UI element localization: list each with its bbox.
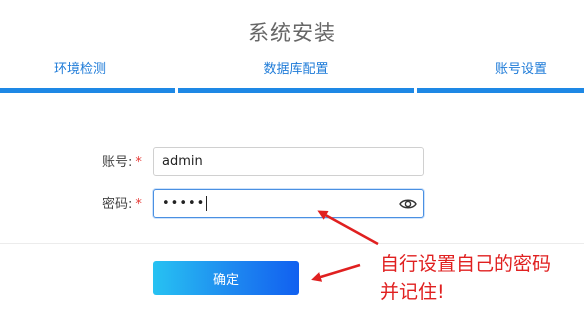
annotation-arrow-password [317, 210, 379, 246]
annotation-line-1: 自行设置自己的密码 [380, 253, 552, 275]
annotation-note: 自行设置自己的密码 并记住! [380, 250, 551, 306]
annotation-line-2: 并记住! [380, 281, 445, 303]
annotation-arrow-confirm [311, 263, 361, 282]
